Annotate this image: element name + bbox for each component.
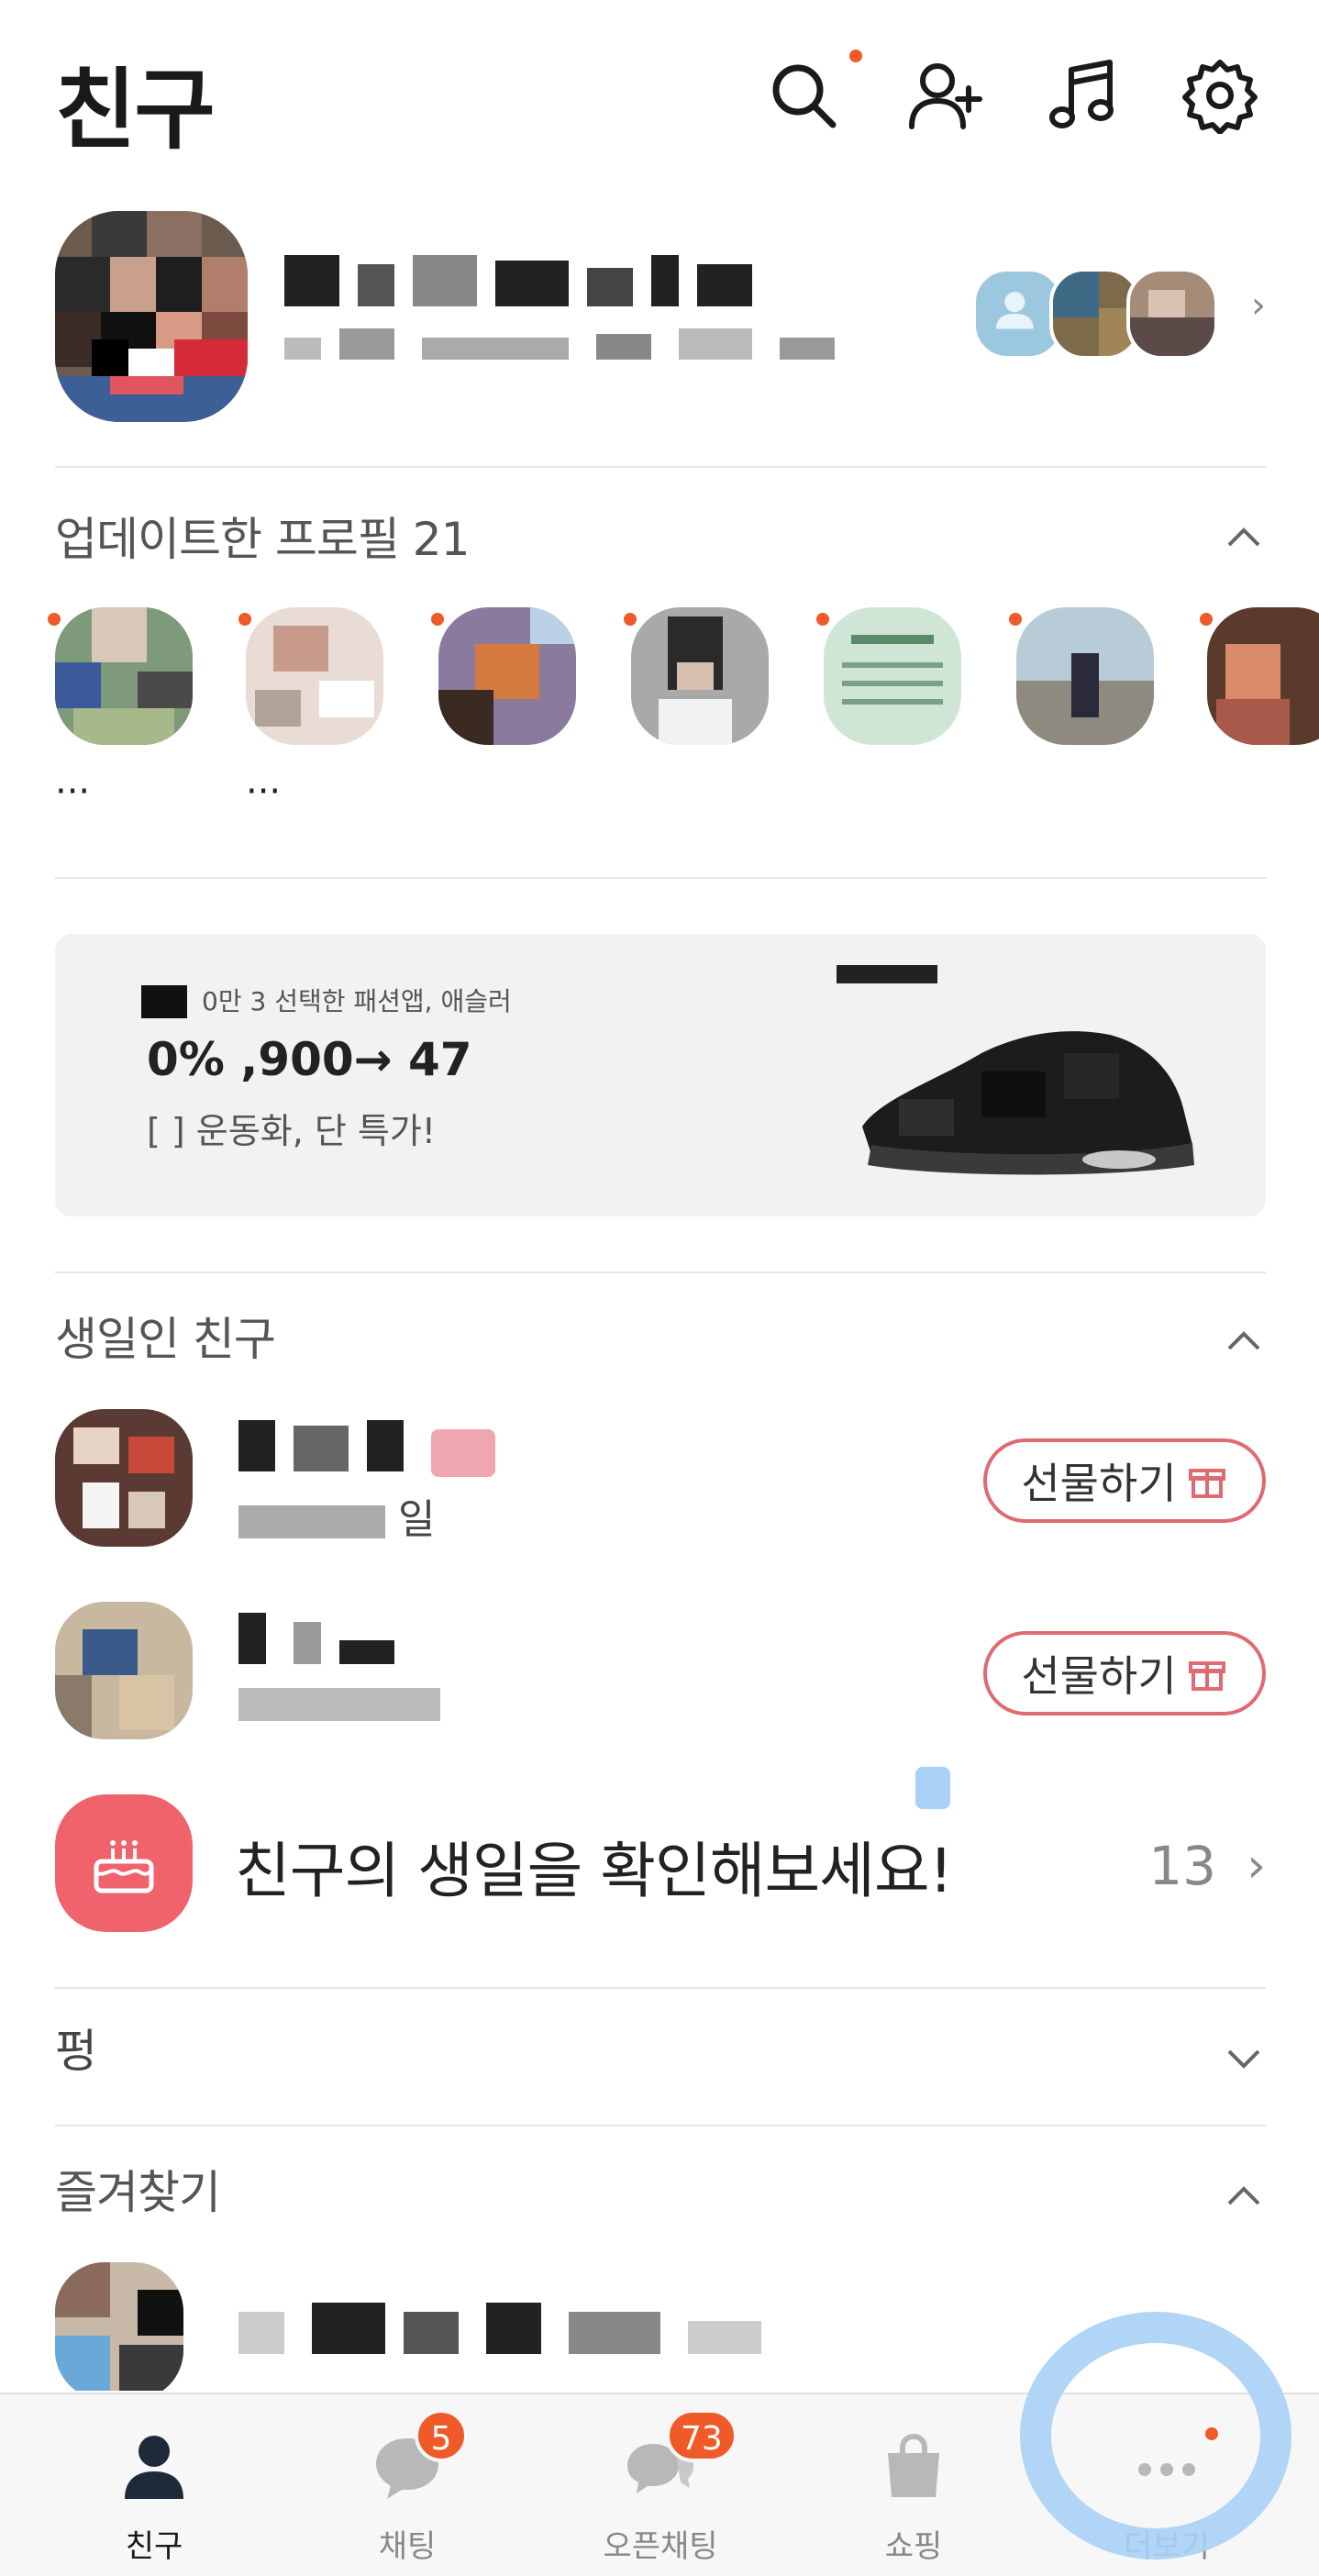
profile-thumb [631, 607, 769, 745]
updated-profile-item[interactable] [1200, 607, 1319, 827]
profile-name [1207, 771, 1319, 816]
friend-avatar [55, 2262, 183, 2391]
new-dot [624, 613, 637, 626]
add-friend-icon[interactable] [906, 57, 983, 134]
profile-thumb [1016, 607, 1154, 745]
new-dot [1200, 613, 1213, 626]
profile-thumb [1207, 607, 1319, 745]
page-title: 친구 [55, 59, 216, 161]
chevron-up-icon[interactable] [1224, 2176, 1264, 2216]
new-dot [238, 613, 251, 626]
gift-button[interactable]: 선물하기 [983, 1438, 1266, 1523]
birthday-friend-row[interactable]: 선물하기 [55, 1602, 1266, 1758]
friend-avatar [55, 1602, 193, 1739]
profile-name: ··· [55, 771, 91, 813]
profile-thumb [246, 607, 383, 745]
friend-avatar [1126, 268, 1218, 360]
updated-profile-item[interactable] [816, 607, 970, 827]
birthday-title: 생일인 친구 [55, 1313, 276, 1366]
ad-banner[interactable]: 0만 3 선택한 패션앱, 애슬러 0% ,900→ 47 [ ] 운동화, 단… [55, 934, 1266, 1216]
profile-name [824, 771, 980, 816]
new-dot [431, 613, 444, 626]
my-name [284, 255, 798, 306]
nav-open-chat[interactable]: 73 오픈채팅 [569, 2394, 752, 2576]
birthday-check-text: 친구의 생일을 확인해보세요! [235, 1836, 953, 1906]
birthday-date: 일 [238, 1486, 435, 1545]
header: 친구 [0, 0, 1319, 193]
unread-badge: 73 [666, 2409, 737, 2462]
friend-avatar [55, 1409, 193, 1547]
birthday-check-row[interactable]: 친구의 생일을 확인해보세요! 13 › [55, 1794, 1266, 1932]
profile-name [438, 771, 594, 816]
my-status [284, 328, 945, 365]
divider [55, 466, 1266, 468]
new-dot [1009, 613, 1022, 626]
annotation-mark [915, 1767, 950, 1809]
gift-icon [1188, 1661, 1225, 1691]
product-image [844, 989, 1211, 1182]
nav-label: 채팅 [378, 2528, 437, 2565]
nav-shopping[interactable]: 쇼핑 [822, 2394, 1005, 2576]
divider [55, 877, 1266, 879]
divider [55, 1987, 1266, 1989]
nav-label: 오픈채팅 [603, 2528, 718, 2565]
friend-name [238, 1420, 514, 1477]
gift-button[interactable]: 선물하기 [983, 1631, 1266, 1715]
chevron-up-icon[interactable] [1224, 1321, 1264, 1361]
new-dot [816, 613, 829, 626]
birthday-date [238, 1679, 440, 1726]
divider [55, 1271, 1266, 1273]
friend-name [238, 1613, 514, 1668]
pung-title: 펑 [55, 2025, 97, 2078]
annotation-circle [1020, 2312, 1291, 2559]
cake-icon [55, 1794, 193, 1932]
updated-profile-item[interactable] [624, 607, 778, 827]
profile-name: ··· [246, 771, 282, 813]
brand-logo [141, 985, 187, 1018]
profile-thumb [438, 607, 576, 745]
updated-profile-item[interactable]: ··· [48, 607, 202, 827]
friend-name [238, 2303, 789, 2354]
profile-thumb [55, 607, 193, 745]
profile-thumb [824, 607, 961, 745]
gift-icon [1188, 1469, 1225, 1498]
updated-profiles-list: ··· ··· [0, 596, 1319, 835]
shopping-bag-icon [875, 2427, 952, 2504]
chevron-up-icon[interactable] [1224, 517, 1264, 558]
new-dot [48, 613, 61, 626]
nav-label: 친구 [125, 2528, 183, 2565]
profile-name [1016, 771, 1172, 816]
chevron-right-icon[interactable]: › [1251, 284, 1266, 327]
my-avatar [55, 211, 248, 422]
my-profile[interactable]: › [55, 211, 1266, 422]
divider [55, 2125, 1266, 2126]
settings-icon[interactable] [1181, 57, 1258, 135]
chevron-right-icon[interactable]: › [1247, 1838, 1266, 1893]
updated-profile-item[interactable] [431, 607, 585, 827]
birthday-friend-row[interactable]: 일 선물하기 [55, 1409, 1266, 1565]
updated-profiles-title: 업데이트한 프로필 21 [55, 513, 470, 566]
nav-chats[interactable]: 5 채팅 [316, 2394, 499, 2576]
ad-line1: 0만 3 선택한 패션앱, 애슬러 [202, 986, 512, 1016]
ad-line2: 0% ,900→ 47 [147, 1033, 472, 1086]
updated-profile-item[interactable] [1009, 607, 1163, 827]
unread-badge: 5 [415, 2409, 468, 2462]
brand-tag [837, 965, 937, 983]
my-profile-friends [972, 268, 1220, 360]
favorites-title: 즐겨찾기 [55, 2166, 221, 2219]
nav-label: 쇼핑 [884, 2528, 943, 2565]
ad-line3: [ ] 운동화, 단 특가! [147, 1111, 437, 1151]
birthday-cake-icon [431, 1429, 495, 1477]
chevron-down-icon[interactable] [1224, 2038, 1264, 2079]
birthday-count: 13 [1148, 1835, 1216, 1897]
person-icon [116, 2427, 193, 2504]
nav-friends[interactable]: 친구 [62, 2394, 246, 2576]
search-icon[interactable] [765, 57, 842, 134]
music-icon[interactable] [1046, 57, 1123, 134]
profile-name [631, 771, 787, 816]
updated-profile-item[interactable]: ··· [238, 607, 393, 827]
search-notification-dot [849, 50, 862, 62]
